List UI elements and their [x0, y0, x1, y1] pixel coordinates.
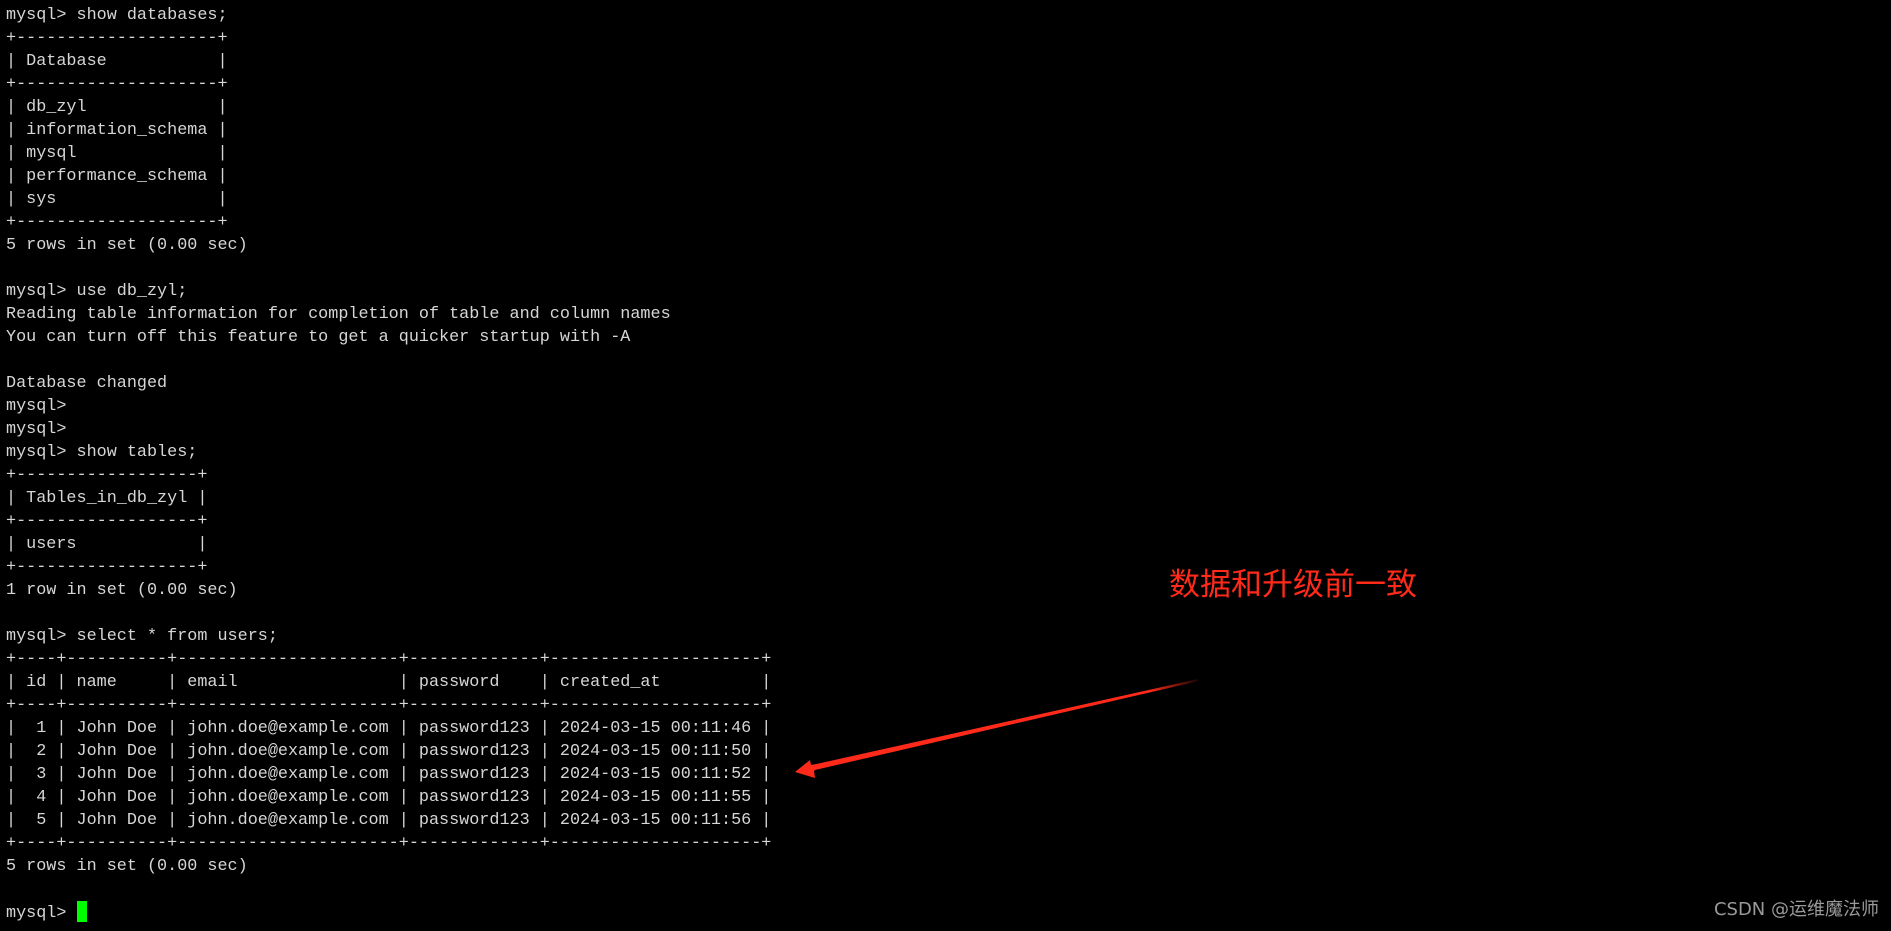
terminal-line-table-border: +--------------------+	[6, 29, 228, 48]
annotation-label: 数据和升级前一致	[1169, 567, 1417, 603]
arrow-head-icon	[795, 760, 823, 778]
terminal-line-table-row: | mysql |	[6, 144, 228, 163]
terminal-line-command: mysql> show tables;	[6, 443, 198, 462]
terminal-line-table-border: +------------------+	[6, 466, 208, 485]
terminal-line-prompt: mysql>	[6, 420, 67, 439]
terminal-line-table-row: | db_zyl |	[6, 98, 228, 117]
terminal-line-table-row: | 1 | John Doe | john.doe@example.com | …	[6, 719, 772, 738]
terminal-line-status: 5 rows in set (0.00 sec)	[6, 857, 248, 876]
terminal-line-table-row: | information_schema |	[6, 121, 228, 140]
terminal-line-status: 1 row in set (0.00 sec)	[6, 581, 238, 600]
prompt-label: mysql>	[6, 904, 77, 923]
terminal-line-table-border: +----+----------+----------------------+…	[6, 696, 772, 715]
terminal-line-table-border: +--------------------+	[6, 213, 228, 232]
terminal-line-table-row: | 3 | John Doe | john.doe@example.com | …	[6, 765, 772, 784]
arrow-shaft	[812, 679, 1199, 770]
terminal-line-table-border: +----+----------+----------------------+…	[6, 650, 772, 669]
terminal-line-table-border: +------------------+	[6, 512, 208, 531]
terminal-line-table-header: | Database |	[6, 52, 228, 71]
text-cursor	[76, 901, 87, 922]
terminal-line-prompt: mysql>	[6, 397, 67, 416]
terminal-line-command: mysql> use db_zyl;	[6, 282, 188, 301]
terminal-output: mysql> mysql> show databases; +-----------…	[6, 0, 771, 924]
terminal-line-table-header: | Tables_in_db_zyl |	[6, 489, 208, 508]
terminal-line-table-border: +--------------------+	[6, 75, 228, 94]
terminal-line-table-border: +----+----------+----------------------+…	[6, 834, 772, 853]
active-prompt-line[interactable]: mysql>	[6, 901, 771, 924]
terminal-line-command: mysql> select * from users;	[6, 627, 278, 646]
terminal-window[interactable]: mysql> mysql> show databases; +-----------…	[0, 0, 1891, 931]
terminal-line-output: You can turn off this feature to get a q…	[6, 328, 631, 347]
terminal-line-table-row: | performance_schema |	[6, 167, 228, 186]
terminal-line-command: mysql> show databases;	[6, 6, 228, 25]
terminal-line-table-row: | sys |	[6, 190, 228, 209]
terminal-line-output: Reading table information for completion…	[6, 305, 671, 324]
terminal-line-table-row: | 4 | John Doe | john.doe@example.com | …	[6, 788, 772, 807]
csdn-watermark: CSDN @运维魔法师	[1713, 899, 1879, 920]
terminal-line-status: 5 rows in set (0.00 sec)	[6, 236, 248, 255]
terminal-line-table-row: | users |	[6, 535, 208, 554]
terminal-line-table-header: | id | name | email | password | created…	[6, 673, 772, 692]
terminal-line-table-border: +------------------+	[6, 558, 208, 577]
terminal-line-table-row: | 2 | John Doe | john.doe@example.com | …	[6, 742, 772, 761]
terminal-line-table-row: | 5 | John Doe | john.doe@example.com | …	[6, 811, 772, 830]
terminal-line-output: Database changed	[6, 374, 168, 393]
